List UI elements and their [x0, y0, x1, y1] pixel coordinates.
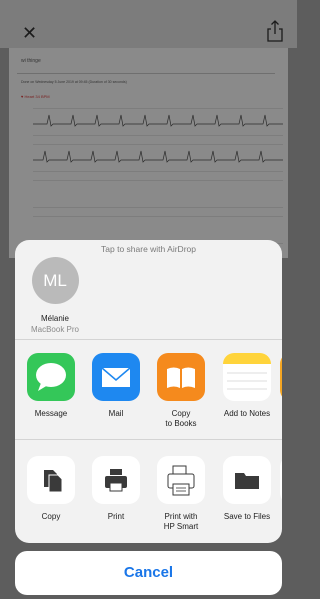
top-bar: ✕: [0, 0, 297, 48]
action-copy[interactable]: Copy: [18, 456, 84, 522]
contact-device: MacBook Pro: [30, 325, 80, 334]
ecg-strip-3: [33, 180, 283, 208]
close-icon[interactable]: ✕: [22, 24, 37, 42]
action-save-to-files[interactable]: Save to Files: [214, 456, 280, 522]
share-app-message[interactable]: Message: [18, 353, 84, 419]
divider: [15, 339, 282, 340]
cancel-button[interactable]: Cancel: [15, 551, 282, 595]
action-icon: [280, 456, 282, 504]
message-icon: [27, 353, 75, 401]
share-app-label: Add to Notes: [223, 409, 271, 418]
doc-divider: [17, 73, 275, 74]
action-print[interactable]: Print: [83, 456, 149, 522]
avatar: ML: [31, 257, 79, 304]
share-app-label: Message: [34, 409, 68, 418]
doc-user-name: wi thinge: [21, 58, 41, 64]
ecg-trace-1: [33, 114, 283, 127]
action-label: Copy: [41, 512, 61, 521]
books-icon: [157, 353, 205, 401]
notes-icon: [223, 353, 271, 401]
share-app-partial[interactable]: [280, 353, 282, 401]
ecg-trace-2: [33, 150, 283, 163]
contact-name: Mélanie: [40, 314, 69, 323]
app-icon: [280, 353, 282, 401]
share-sheet: Tap to share with AirDrop ML Mélanie Mac…: [15, 240, 282, 543]
action-label: Print with HP Smart: [163, 512, 199, 531]
mail-icon: [92, 353, 140, 401]
share-app-label: Mail: [108, 409, 124, 418]
airdrop-hint: Tap to share with AirDrop: [101, 244, 196, 254]
share-app-mail[interactable]: Mail: [83, 353, 149, 419]
action-label: Save to Files: [223, 512, 271, 521]
airdrop-contact[interactable]: ML Mélanie MacBook Pro: [15, 257, 95, 334]
print-icon: [92, 456, 140, 504]
doc-heart-rate: ♥ Heart 34 BPM: [21, 94, 50, 99]
action-hp-smart[interactable]: Print with HP Smart: [148, 456, 214, 531]
ecg-document-preview: wi thinge Done on Wednesday 5 June 2019 …: [9, 48, 288, 258]
action-partial[interactable]: [280, 456, 282, 504]
copy-icon: [27, 456, 75, 504]
doc-meta: Done on Wednesday 5 June 2019 at 09:45 (…: [21, 80, 127, 84]
hp-smart-icon: [157, 456, 205, 504]
divider: [15, 439, 282, 440]
share-app-notes[interactable]: Add to Notes: [214, 353, 280, 419]
share-icon[interactable]: [267, 20, 283, 42]
share-app-label: Copy to Books: [165, 409, 197, 428]
share-app-books[interactable]: Copy to Books: [148, 353, 214, 428]
folder-icon: [223, 456, 271, 504]
action-label: Print: [107, 512, 125, 521]
doc-heart-rate-text: Heart 34 BPM: [24, 94, 50, 99]
